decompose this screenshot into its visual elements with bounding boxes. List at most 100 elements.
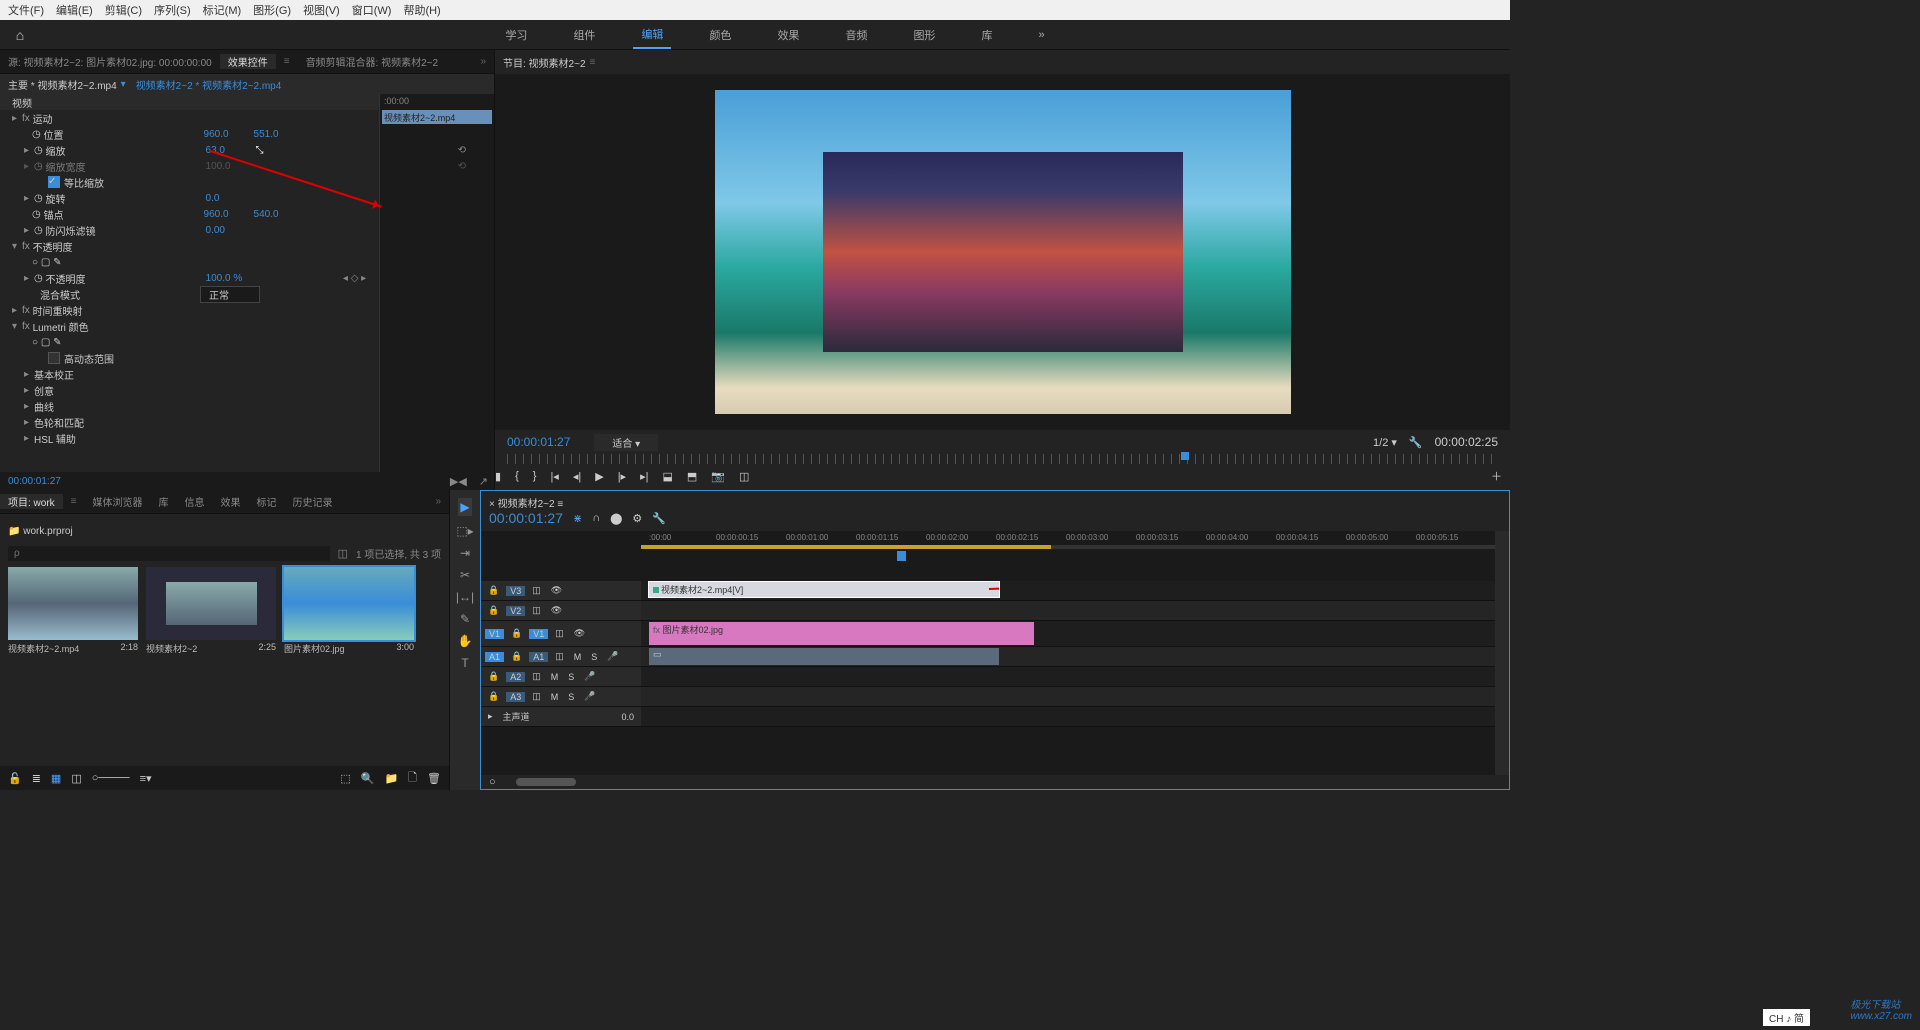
menu-sequence[interactable]: 序列(S) — [148, 2, 197, 18]
wrench-icon[interactable]: 🔧 — [1409, 436, 1423, 449]
zoom-dropdown[interactable]: 1/2 ▾ — [1373, 436, 1397, 449]
step-fwd-icon[interactable]: |▸ — [618, 470, 626, 483]
mask-pen-icon[interactable]: ✎ — [53, 337, 61, 348]
project-item[interactable]: 视频素材2~22:25 — [146, 567, 276, 655]
snap-icon[interactable]: ⋇ — [573, 512, 582, 525]
solo-button[interactable]: S — [588, 652, 600, 662]
solo-button[interactable]: S — [565, 692, 577, 702]
ripple-tool[interactable]: ⇥ — [460, 546, 470, 560]
chevron-down-icon[interactable]: ▾ — [121, 79, 126, 90]
fx-breadcrumb-link[interactable]: 视频素材2~2 * 视频素材2~2.mp4 — [136, 77, 282, 92]
toggle-output-icon[interactable]: ◫ — [529, 691, 544, 702]
stopwatch-icon[interactable]: ◷ — [34, 193, 43, 204]
program-timecode[interactable]: 00:00:01:27 — [507, 435, 570, 449]
lock-icon[interactable]: 🔒 — [508, 651, 525, 662]
project-item[interactable]: 图片素材02.jpg3:00 — [284, 567, 414, 655]
sequence-name[interactable]: 视频素材2~2 — [498, 499, 555, 510]
tab-source[interactable]: 源: 视频素材2~2: 图片素材02.jpg: 00:00:00:00 — [0, 54, 220, 69]
settings-icon[interactable]: ⚙ — [632, 512, 642, 525]
fx-lumetri[interactable]: Lumetri 颜色 — [33, 319, 193, 334]
menu-view[interactable]: 视图(V) — [297, 2, 346, 18]
track-a2-lane[interactable] — [641, 667, 1495, 686]
menu-marker[interactable]: 标记(M) — [197, 2, 248, 18]
home-button[interactable]: ⌂ — [0, 27, 40, 43]
eye-icon[interactable]: 👁 — [548, 605, 565, 616]
fx-motion[interactable]: 运动 — [33, 111, 193, 126]
menu-edit[interactable]: 编辑(E) — [50, 2, 99, 18]
clip-v3[interactable]: 视频素材2~2.mp4[V] — [649, 582, 999, 597]
patch-a1[interactable]: A1 — [485, 652, 504, 662]
mute-button[interactable]: M — [548, 692, 562, 702]
fx-basic[interactable]: 基本校正 — [34, 367, 194, 382]
menu-window[interactable]: 窗口(W) — [346, 2, 398, 18]
tab-history[interactable]: 历史记录 — [285, 494, 341, 509]
track-a1-lane[interactable]: ▭ — [641, 647, 1495, 666]
sort-icon[interactable]: ≡▾ — [140, 772, 152, 785]
freeform-view-icon[interactable]: ◫ — [71, 772, 81, 785]
blend-mode-dropdown[interactable]: 正常 — [200, 286, 260, 303]
rotation-value[interactable]: 0.0 — [206, 193, 256, 204]
program-view[interactable] — [495, 74, 1510, 430]
stopwatch-icon[interactable]: ◷ — [34, 273, 43, 284]
track-select-tool[interactable]: ⬚▸ — [456, 524, 473, 538]
tab-audio-mixer[interactable]: 音频剪辑混合器: 视频素材2~2 — [298, 54, 447, 69]
tab-markers[interactable]: 标记 — [249, 494, 285, 509]
export-icon[interactable]: ↗ — [473, 475, 494, 488]
voice-icon[interactable]: 🎤 — [581, 671, 598, 682]
add-button[interactable]: ＋ — [1491, 468, 1502, 484]
track-a3[interactable]: A3 — [506, 692, 525, 702]
clip-a1[interactable]: ▭ — [649, 648, 999, 665]
selection-tool[interactable]: ▶ — [458, 498, 471, 516]
type-tool[interactable]: T — [461, 656, 468, 670]
new-item-button[interactable]: 🗋 — [408, 769, 417, 788]
tab-project[interactable]: 项目: work — [0, 494, 63, 509]
reset-icon[interactable]: ⟲ — [458, 161, 466, 172]
toggle-icon[interactable]: ▶◀ — [444, 475, 473, 488]
timeline-scrollbar[interactable]: ○ — [481, 775, 1509, 789]
lock-icon[interactable]: 🔒 — [485, 585, 502, 596]
tab-effect-controls[interactable]: 效果控件 — [220, 54, 276, 69]
master-value[interactable]: 0.0 — [618, 712, 637, 722]
menu-graphics[interactable]: 图形(G) — [247, 2, 297, 18]
mask-pen-icon[interactable]: ✎ — [53, 257, 61, 268]
wrench-icon[interactable]: 🔧 — [652, 512, 666, 525]
lock-icon[interactable]: 🔒 — [485, 671, 502, 682]
lock-icon[interactable]: 🔒 — [485, 691, 502, 702]
reset-icon[interactable]: ⟲ — [458, 145, 466, 156]
zoom-slider[interactable]: ○──── — [92, 772, 130, 784]
track-a3-lane[interactable] — [641, 687, 1495, 706]
ws-learn[interactable]: 学习 — [497, 20, 535, 49]
new-bin-icon[interactable]: ◫ — [330, 547, 356, 560]
toggle-output-icon[interactable]: ◫ — [529, 585, 544, 596]
fit-dropdown[interactable]: 适合 ▾ — [594, 434, 658, 451]
delete-button[interactable]: 🗑 — [427, 772, 441, 785]
out-icon[interactable]: } — [533, 470, 537, 482]
bin-icon[interactable]: 📁 — [8, 526, 20, 537]
keyframe-nav[interactable]: ◂ ◇ ▸ — [343, 273, 366, 284]
ws-assembly[interactable]: 组件 — [565, 20, 603, 49]
fx-timecode[interactable]: 00:00:01:27 — [0, 474, 69, 489]
ws-graphics[interactable]: 图形 — [905, 20, 943, 49]
eye-icon[interactable]: 👁 — [571, 628, 588, 639]
tab-info[interactable]: 信息 — [177, 494, 213, 509]
find-icon[interactable]: 🔍 — [361, 772, 375, 785]
mask-ellipse-icon[interactable]: ○ — [32, 337, 38, 348]
toggle-output-icon[interactable]: ◫ — [552, 651, 567, 662]
track-a1[interactable]: A1 — [529, 652, 548, 662]
track-a2[interactable]: A2 — [506, 672, 525, 682]
track-v2[interactable]: V2 — [506, 606, 525, 616]
camera-icon[interactable]: 📷 — [711, 470, 725, 483]
hdr-checkbox[interactable] — [48, 352, 60, 364]
master-track[interactable]: 主声道 — [500, 710, 533, 723]
new-bin-button[interactable]: 📁 — [384, 772, 398, 785]
stopwatch-icon[interactable]: ◷ — [34, 225, 43, 236]
anchor-x[interactable]: 960.0 — [204, 209, 254, 220]
razor-tool[interactable]: ✂ — [460, 568, 470, 582]
ws-effects[interactable]: 效果 — [769, 20, 807, 49]
program-playhead[interactable] — [1181, 452, 1189, 460]
menu-clip[interactable]: 剪辑(C) — [99, 2, 148, 18]
stopwatch-icon[interactable]: ◷ — [34, 145, 43, 156]
tab-media-browser[interactable]: 媒体浏览器 — [85, 494, 151, 509]
ws-library[interactable]: 库 — [973, 20, 1000, 49]
panel-menu-icon[interactable]: » — [427, 496, 449, 507]
